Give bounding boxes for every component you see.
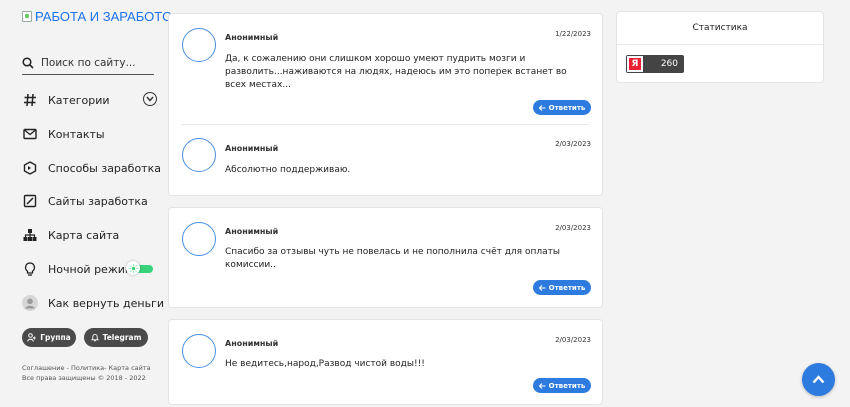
sidebar-item-label: Сайты заработка [48,194,148,208]
reply-arrow-icon [538,382,546,389]
scroll-to-top-button[interactable] [802,363,835,396]
comment-author: Анонимный [225,339,279,348]
yandex-logo-icon: Я [627,56,643,72]
reply-label: Ответить [548,103,586,112]
sidebar-item-label: Категории [48,93,110,107]
search-input[interactable] [41,56,141,69]
sidebar-item-earning-sites[interactable]: Сайты заработка [22,190,157,212]
chevron-up-icon [812,375,825,384]
users-icon [27,333,37,342]
sidebar-item-label: Контакты [48,127,105,141]
sidebar-item-contacts[interactable]: Контакты [22,123,157,145]
reply-button[interactable]: Ответить [533,378,591,393]
copyright: Все права защищены © 2018 - 2022 [22,374,146,382]
comment-date: 2/03/2023 [555,224,591,232]
comment-thread: Анонимный 2/03/2023 Не ведитесь,народ,Ра… [168,319,603,405]
hexagon-arrow-icon [22,160,38,176]
comment-text: Не ведитесь,народ,Развод чистой воды!!! [225,359,425,369]
sun-icon [126,261,140,275]
reply-arrow-icon [538,104,546,111]
search-box [22,51,154,75]
stats-title: Статистика [617,12,823,45]
comment-author: Анонимный [225,227,279,236]
edit-square-icon [22,193,38,209]
avatar [182,28,216,62]
avatar [182,138,216,172]
comment-thread: Анонимный 2/03/2023 Спасибо за отзывы чу… [168,207,603,308]
search-icon[interactable] [22,56,34,69]
stats-widget: Статистика Я 260 [616,11,824,83]
vk-group-button[interactable]: Группа [22,328,76,347]
sidebar-item-categories[interactable]: Категории [22,89,157,111]
avatar [182,334,216,368]
bell-icon [90,333,99,342]
comment-text: Спасибо за отзывы чуть не повелась и не … [225,247,560,270]
sidebar-item-sitemap[interactable]: Карта сайта [22,224,157,246]
sidebar-item-label: Способы заработка [48,161,161,175]
footer-links[interactable]: Соглашение - Политика- Карта сайта [22,363,151,373]
visit-count: 260 [660,59,678,69]
comment-thread: Анонимный 1/22/2023 Да, к сожалению они … [168,13,603,196]
lightbulb-icon [22,261,38,277]
comment-divider [181,124,590,125]
yandex-logo-letter: Я [629,58,641,70]
site-logo[interactable]: РАБОТА И ЗАРАБОТС [22,9,172,24]
reply-arrow-icon [538,284,546,291]
sidebar-item-label: Ночной режим [48,262,134,276]
telegram-button[interactable]: Telegram [84,328,148,347]
comment-author: Анонимный [225,33,279,42]
night-mode-toggle[interactable] [126,261,154,275]
user-avatar-icon [22,295,38,311]
comment-text: Абсолютно поддерживаю. [225,165,351,175]
sidebar: РАБОТА И ЗАРАБОТС Категории Контакты Спо… [0,0,172,407]
comment-date: 2/03/2023 [555,140,591,148]
comment-date: 1/22/2023 [555,30,591,38]
footer: Соглашение - Политика- Карта сайта Все п… [22,363,151,383]
comment-text: Да, к сожалению они слишком хорошо умеют… [225,54,567,90]
comment-author: Анонимный [225,144,279,153]
reply-label: Ответить [548,381,586,390]
avatar [182,222,216,256]
sidebar-item-earning-methods[interactable]: Способы заработка [22,157,161,179]
reply-button[interactable]: Ответить [533,100,591,115]
sidebar-item-label: Как вернуть деньги [48,296,164,310]
telegram-label: Telegram [102,333,142,342]
broken-image-icon [22,11,32,22]
chevron-down-icon[interactable] [143,92,157,106]
reply-button[interactable]: Ответить [533,280,591,295]
sitemap-icon [22,227,38,243]
group-label: Группа [40,333,71,342]
mail-icon [22,126,38,142]
reply-label: Ответить [548,283,586,292]
yandex-metrika-counter[interactable]: Я 260 [626,55,684,73]
logo-alt-text: РАБОТА И ЗАРАБОТС [35,9,172,24]
sidebar-item-refund[interactable]: Как вернуть деньги [22,292,164,314]
comment-date: 2/03/2023 [555,336,591,344]
sidebar-item-label: Карта сайта [48,228,120,242]
hash-icon [22,92,38,108]
